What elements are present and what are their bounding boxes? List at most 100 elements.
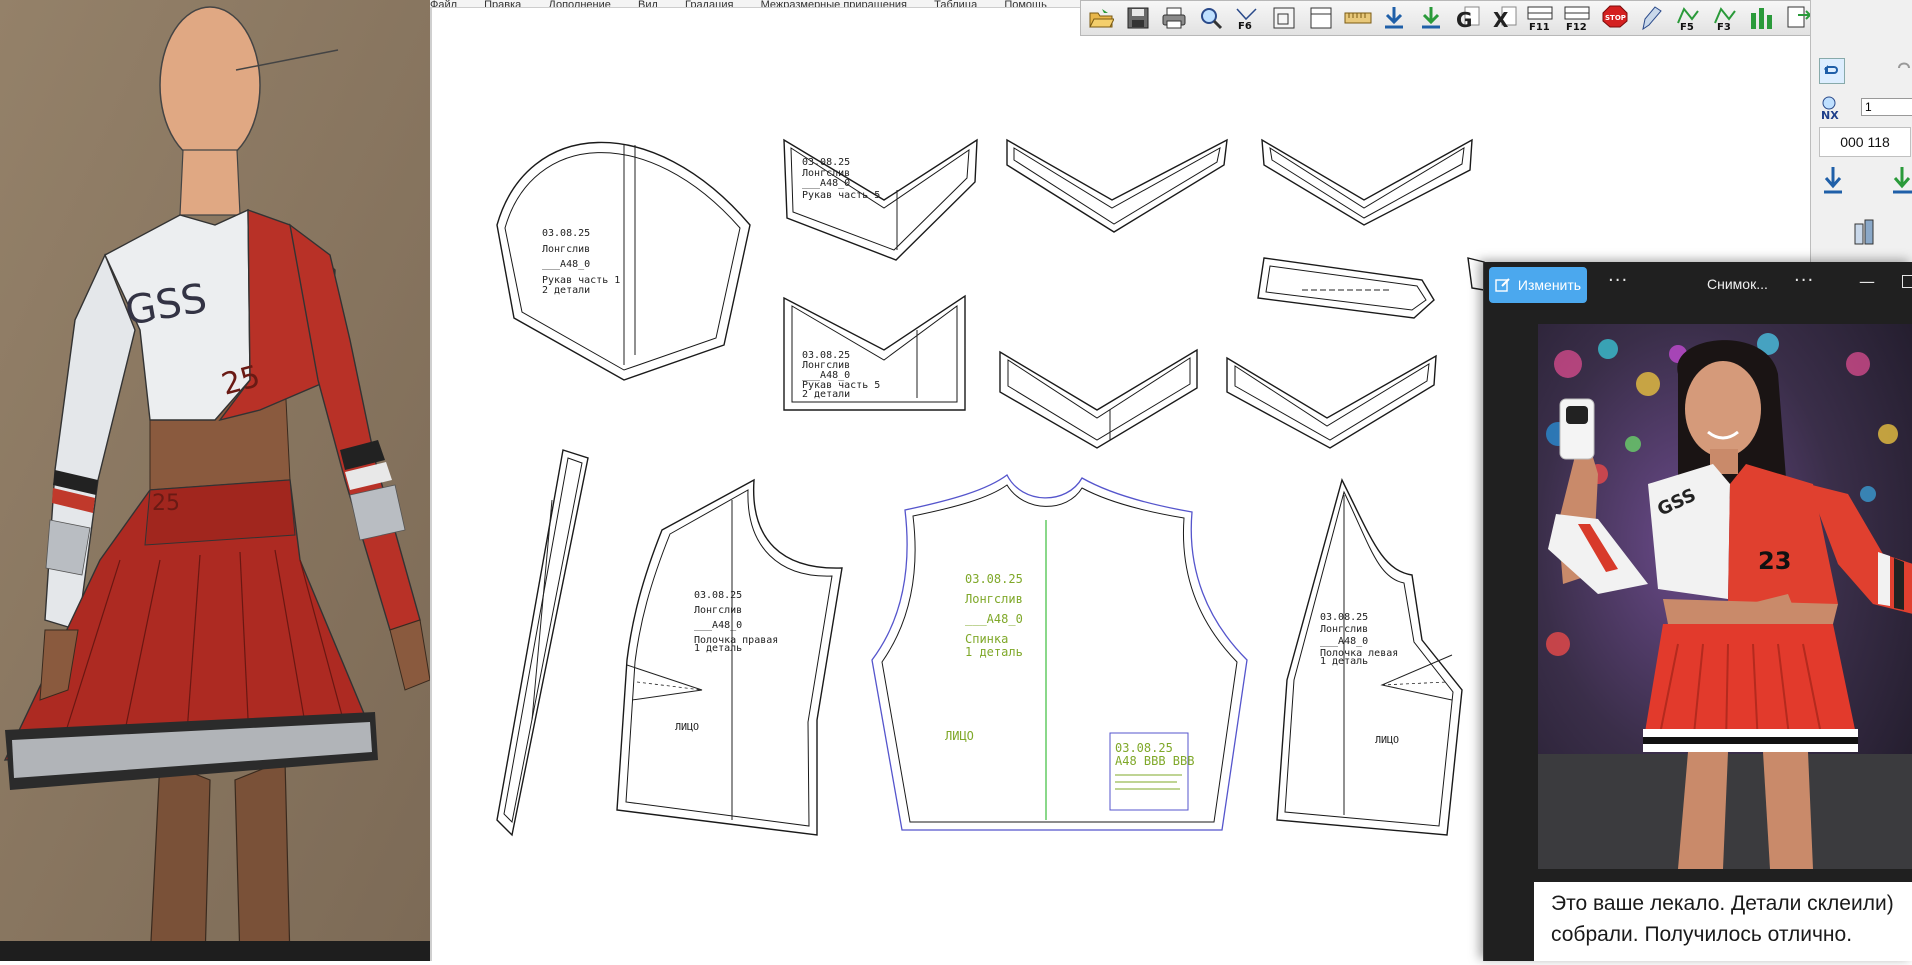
x-icon[interactable]: X — [1489, 3, 1521, 33]
more-options-right-icon[interactable]: ··· — [1794, 270, 1814, 291]
save-icon[interactable] — [1122, 3, 1154, 33]
svg-text:___А48_0: ___А48_0 — [1320, 636, 1368, 647]
pattern-cuff-middle-bottom[interactable] — [999, 348, 1198, 449]
svg-text:Лонгслив: Лонгслив — [694, 605, 742, 616]
nx-icon[interactable]: NX — [1819, 95, 1845, 122]
svg-text:___А48_0: ___А48_0 — [965, 612, 1023, 626]
svg-text:ЛИЦО: ЛИЦО — [1375, 735, 1399, 746]
svg-text:2 детали: 2 детали — [802, 389, 850, 400]
photos-viewer-window: Изменить ··· Снимок... ··· — GSS 23 Это … — [1483, 262, 1912, 961]
svg-text:___А48_0: ___А48_0 — [802, 178, 850, 189]
svg-text:Лонгслив: Лонгслив — [542, 244, 590, 255]
svg-text:Лонгслив: Лонгслив — [965, 592, 1023, 606]
svg-text:F3: F3 — [1717, 22, 1731, 31]
arrow-down-icon[interactable] — [1821, 165, 1845, 195]
menu-grading[interactable]: Градация — [685, 0, 734, 7]
piece-number-field: 000 118 — [1819, 127, 1911, 157]
edit-button-label: Изменить — [1517, 277, 1582, 293]
svg-text:03.08.25: 03.08.25 — [1115, 741, 1173, 755]
arrow-down-green-icon[interactable] — [1891, 165, 1912, 195]
edit-button[interactable]: Изменить — [1489, 267, 1587, 303]
ruler-icon[interactable] — [1342, 3, 1374, 33]
caption-line-1: Это ваше лекало. Детали склеили) — [1551, 892, 1894, 915]
svg-text:1 деталь: 1 деталь — [1320, 656, 1368, 667]
pattern-back[interactable]: 03.08.25 Лонгслив ___А48_0 Спинка 1 дета… — [871, 474, 1248, 831]
pattern-cuff-left-bottom[interactable]: 03.08.25 Лонгслив ___А48_0 Рукав часть 5… — [783, 294, 966, 411]
cad-toolbar: F6 G X F11 F12 STOP F5 F3 — [1080, 0, 1820, 36]
minimize-icon[interactable]: — — [1859, 272, 1875, 291]
message-caption: Это ваше лекало. Детали склеили) собрали… — [1534, 882, 1912, 961]
svg-text:03.08.25: 03.08.25 — [542, 228, 590, 239]
svg-text:Спинка: Спинка — [965, 632, 1008, 646]
photo-number: 23 — [1758, 547, 1791, 575]
uniform-photo: GSS 23 — [1538, 324, 1912, 869]
pattern-strap[interactable] — [496, 449, 589, 837]
fit-icon[interactable] — [1269, 3, 1301, 33]
svg-text:X: X — [1493, 8, 1509, 31]
f6-icon[interactable]: F6 — [1232, 3, 1264, 33]
pattern-front-left[interactable]: 03.08.25 Лонгслив ___А48_0 Полочка права… — [616, 478, 843, 836]
pattern-cuff-right-bottom[interactable] — [1226, 354, 1437, 449]
frame-icon[interactable] — [1305, 3, 1337, 33]
svg-text:F11: F11 — [1529, 22, 1550, 31]
svg-text:03.08.25: 03.08.25 — [694, 590, 742, 601]
print-icon[interactable] — [1158, 3, 1190, 33]
pattern-collar-strip[interactable] — [1257, 257, 1435, 319]
pattern-cuff-left-top[interactable]: 03.08.25 Лонгслив ___А48_0 Рукав часть 5 — [783, 138, 978, 261]
f11-icon[interactable]: F11 — [1525, 3, 1557, 33]
svg-text:___А48_0: ___А48_0 — [694, 620, 742, 631]
caption-line-2: собрали. Получилось отлично. — [1551, 923, 1853, 946]
g-icon[interactable]: G — [1452, 3, 1484, 33]
bars-icon[interactable] — [1746, 3, 1778, 33]
download-icon[interactable] — [1379, 3, 1411, 33]
layers-icon[interactable] — [1851, 216, 1879, 246]
svg-text:ЛИЦО: ЛИЦО — [945, 729, 974, 743]
svg-text:03.08.25: 03.08.25 — [1320, 612, 1368, 623]
viewer-title: Снимок... — [1707, 276, 1768, 292]
svg-text:F12: F12 — [1566, 22, 1587, 31]
svg-text:G: G — [1456, 8, 1472, 31]
menu-view[interactable]: Вид — [638, 0, 658, 7]
f5-icon[interactable]: F5 — [1672, 3, 1704, 33]
viewer-titlebar: Изменить ··· Снимок... ··· — — [1484, 262, 1912, 308]
maximize-icon[interactable] — [1902, 275, 1912, 288]
svg-text:F5: F5 — [1680, 22, 1694, 31]
svg-text:1 деталь: 1 деталь — [694, 643, 742, 654]
f12-icon[interactable]: F12 — [1562, 3, 1594, 33]
menu-table[interactable]: Таблица — [934, 0, 977, 7]
svg-text:Лонгслив: Лонгслив — [1320, 624, 1368, 635]
menu-file[interactable]: Файл — [430, 0, 457, 7]
taskbar-strip — [0, 941, 430, 961]
nx-input[interactable] — [1861, 98, 1912, 116]
stop-icon[interactable]: STOP — [1599, 3, 1631, 33]
menu-help[interactable]: Помощь — [1004, 0, 1047, 7]
f3-icon[interactable]: F3 — [1709, 3, 1741, 33]
svg-text:ЛИЦО: ЛИЦО — [675, 722, 699, 733]
menu-addition[interactable]: Дополнение — [548, 0, 610, 7]
edit-icon — [1495, 278, 1510, 292]
svg-text:NX: NX — [1821, 109, 1839, 121]
svg-text:Рукав часть 5: Рукав часть 5 — [802, 190, 880, 201]
pen-icon[interactable] — [1636, 3, 1668, 33]
menu-edit[interactable]: Правка — [484, 0, 521, 7]
pattern-sleeve[interactable]: 03.08.25 Лонгслив ___А48_0 Рукав часть 1… — [496, 141, 751, 381]
zoom-icon[interactable] — [1195, 3, 1227, 33]
download-green-icon[interactable] — [1415, 3, 1447, 33]
redo-icon[interactable] — [1895, 58, 1912, 82]
svg-text:А48 ВВВ ВВВ: А48 ВВВ ВВВ — [1115, 754, 1194, 768]
open-folder-icon[interactable] — [1085, 3, 1117, 33]
pattern-front-right[interactable]: 03.08.25 Лонгслив ___А48_0 Полочка левая… — [1276, 478, 1463, 836]
svg-text:2 детали: 2 детали — [542, 285, 590, 296]
menu-increments[interactable]: Межразмерные приращения — [761, 0, 907, 7]
pattern-cuff-right-top[interactable] — [1261, 138, 1473, 226]
fashion-sketch-illustration: GSS 25 25 — [0, 0, 430, 961]
menu-bar: Файл Правка Дополнение Вид Градация Межр… — [430, 0, 1080, 8]
svg-text:STOP: STOP — [1605, 14, 1626, 22]
more-options-icon[interactable]: ··· — [1608, 270, 1628, 291]
svg-text:___А48_0: ___А48_0 — [542, 259, 590, 270]
pattern-cuff-middle-top[interactable] — [1006, 138, 1228, 233]
svg-text:1 деталь: 1 деталь — [965, 645, 1023, 659]
sketch-photo: GSS 25 25 — [0, 0, 430, 961]
sketch-skirt-number: 25 — [152, 491, 180, 516]
undo-icon[interactable] — [1819, 58, 1845, 84]
